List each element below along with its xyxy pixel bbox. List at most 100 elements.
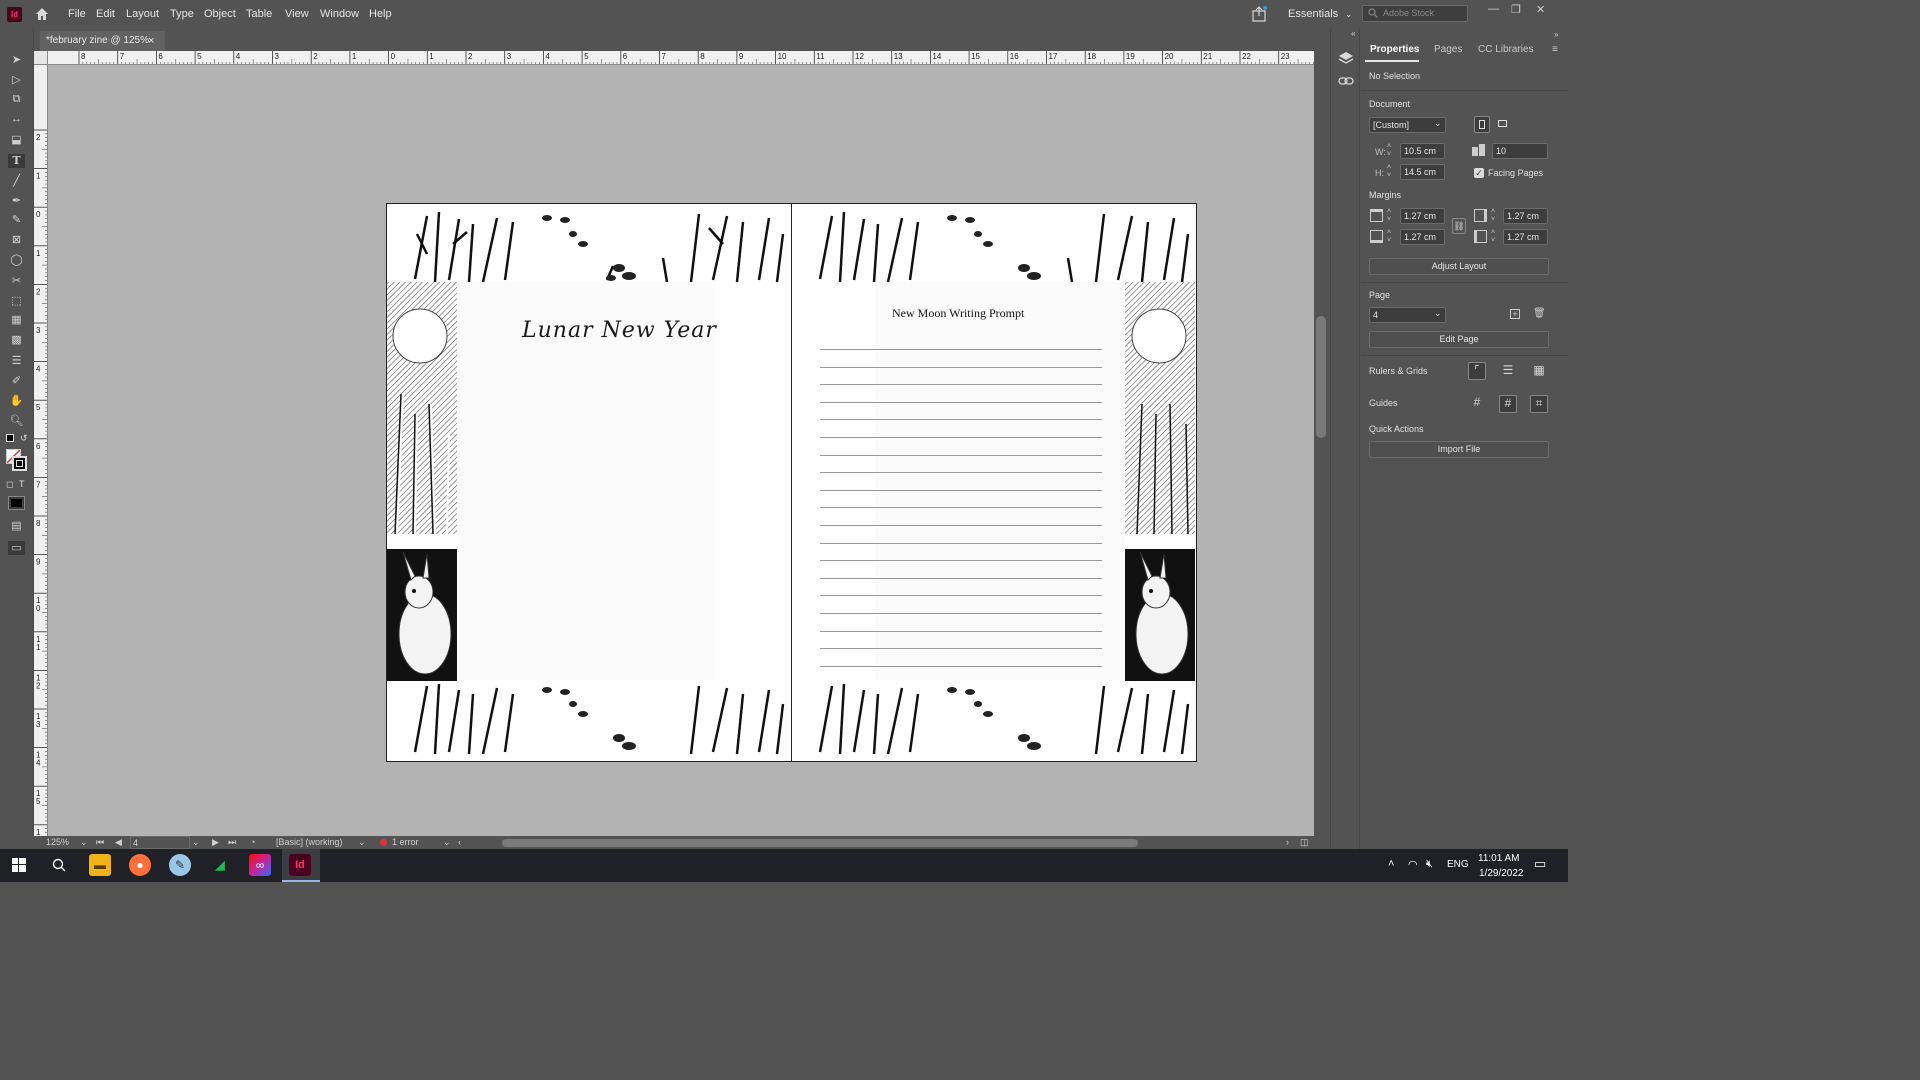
lock-guides-icon[interactable]: # xyxy=(1499,395,1517,413)
zoom-field[interactable]: 125% xyxy=(46,836,69,849)
margin-inside-stepper-icon[interactable]: ˄ ˅ xyxy=(1491,208,1495,224)
menu-object[interactable]: Object xyxy=(204,0,236,29)
paint-icon[interactable]: ✎ xyxy=(169,854,191,876)
import-file-button[interactable]: Import File xyxy=(1369,441,1549,458)
gradient-swatch-tool-icon[interactable]: ▦ xyxy=(8,313,25,327)
content-collector-icon[interactable]: ⬓ xyxy=(8,133,25,147)
windows-start-icon[interactable] xyxy=(12,858,26,872)
swap-colors-icon[interactable]: ↺ xyxy=(20,433,28,444)
eyedropper-tool-icon[interactable]: ✐ xyxy=(8,374,25,388)
zoom-tool-icon[interactable]: 🔍︎ xyxy=(8,414,25,428)
add-page-icon[interactable]: + xyxy=(1510,309,1520,319)
menu-window[interactable]: Window xyxy=(320,0,359,29)
chevron-down-icon[interactable]: ⌄ xyxy=(1434,308,1442,319)
apply-color-icon[interactable] xyxy=(8,496,25,510)
menu-edit[interactable]: Edit xyxy=(96,0,115,29)
smart-guides-icon[interactable]: ⌗ xyxy=(1530,395,1548,413)
margin-inside-field[interactable]: 1.27 cm xyxy=(1503,208,1548,224)
ruler-origin[interactable] xyxy=(34,51,48,65)
margin-outside-field[interactable]: 1.27 cm xyxy=(1503,229,1548,245)
scroll-right-icon[interactable]: › xyxy=(1286,836,1289,849)
menu-file[interactable]: File xyxy=(68,0,86,29)
page-number-field[interactable]: 4 xyxy=(130,836,190,849)
next-page-icon[interactable]: ▶ xyxy=(212,836,219,849)
margin-bottom-stepper-icon[interactable]: ˄ ˅ xyxy=(1387,229,1391,245)
document-grid-icon[interactable]: ▦ xyxy=(1531,363,1547,377)
tab-properties[interactable]: Properties xyxy=(1370,44,1419,58)
stroke-swatch[interactable] xyxy=(12,456,27,471)
indesign-taskbar-icon[interactable]: Id xyxy=(289,854,311,876)
show-guides-icon[interactable]: # xyxy=(1468,395,1486,413)
gradient-feather-tool-icon[interactable]: ▩ xyxy=(8,333,25,347)
link-margins-icon[interactable]: ⛓ xyxy=(1452,218,1466,234)
direct-selection-tool-icon[interactable]: ▷ xyxy=(8,73,25,87)
minimize-icon[interactable]: — xyxy=(1488,3,1499,15)
screen-mode-icon[interactable]: ▭ xyxy=(8,541,25,555)
tray-overflow-icon[interactable]: ˄ xyxy=(1388,858,1394,891)
share-icon[interactable] xyxy=(1251,6,1267,22)
working-style-label[interactable]: [Basic] (working) xyxy=(276,836,343,849)
language-indicator[interactable]: ENG xyxy=(1447,859,1469,892)
portrait-orientation-icon[interactable] xyxy=(1474,116,1490,133)
facing-pages-label[interactable]: Facing Pages xyxy=(1488,168,1543,178)
chevron-down-icon[interactable]: ⌄ xyxy=(1434,118,1442,129)
type-tool-icon[interactable]: T xyxy=(8,154,25,168)
preflight-errors[interactable]: 1 error xyxy=(392,836,419,849)
vertical-ruler[interactable]: 21012345678910111213141516 xyxy=(34,65,48,836)
links-icon[interactable] xyxy=(1338,75,1354,87)
split-window-icon[interactable]: ◫ xyxy=(1300,836,1309,849)
rectangle-frame-tool-icon[interactable]: ⊠ xyxy=(8,233,25,247)
menu-type[interactable]: Type xyxy=(170,0,194,29)
margin-bottom-field[interactable]: 1.27 cm xyxy=(1400,229,1445,245)
horizontal-scroll-thumb[interactable] xyxy=(502,839,1138,847)
adjust-layout-button[interactable]: Adjust Layout xyxy=(1369,258,1549,275)
tab-cc-libraries[interactable]: CC Libraries xyxy=(1478,44,1534,58)
scissors-tool-icon[interactable]: ✂ xyxy=(8,274,25,288)
gap-tool-icon[interactable]: ↔ xyxy=(8,112,25,126)
ellipse-tool-icon[interactable]: ◯ xyxy=(8,253,25,267)
default-colors-icon[interactable] xyxy=(6,434,14,442)
close-icon[interactable]: ✕ xyxy=(1536,3,1545,16)
free-transform-tool-icon[interactable]: ⬚ xyxy=(8,294,25,308)
layers-icon[interactable] xyxy=(1338,51,1354,65)
clock-date[interactable]: 1/29/2022 xyxy=(1479,868,1524,901)
notifications-icon[interactable]: ▭ xyxy=(1534,856,1546,889)
close-tab-icon[interactable]: × xyxy=(148,31,154,51)
scroll-left-icon[interactable]: ‹ xyxy=(458,836,461,849)
vertical-scrollbar[interactable] xyxy=(1314,51,1328,836)
margin-top-stepper-icon[interactable]: ˄ ˅ xyxy=(1387,208,1391,224)
menu-layout[interactable]: Layout xyxy=(126,0,159,29)
menu-table[interactable]: Table xyxy=(246,0,272,29)
baseline-grid-icon[interactable]: ☰ xyxy=(1500,363,1516,377)
margin-top-field[interactable]: 1.27 cm xyxy=(1400,208,1445,224)
width-field[interactable]: 10.5 cm xyxy=(1400,143,1445,159)
height-field[interactable]: 14.5 cm xyxy=(1400,164,1445,180)
firefox-icon[interactable]: ● xyxy=(129,854,151,876)
ruler-toggle-icon[interactable]: ⌜ xyxy=(1468,362,1486,380)
previous-page-icon[interactable]: ◀ xyxy=(115,836,122,849)
home-icon[interactable] xyxy=(34,6,50,22)
right-page-title[interactable]: New Moon Writing Prompt xyxy=(892,306,1024,321)
height-stepper-icon[interactable]: ˄ ˅ xyxy=(1387,164,1391,180)
document-tab[interactable]: *february zine @ 125% × xyxy=(40,31,165,51)
zoom-dropdown-icon[interactable]: ⌄ xyxy=(80,836,88,849)
selection-tool-icon[interactable]: ➤ xyxy=(8,53,25,67)
creative-cloud-icon[interactable]: ∞ xyxy=(249,854,271,876)
right-page-text-frame[interactable] xyxy=(876,282,1124,680)
taskbar-search-icon[interactable] xyxy=(52,858,66,872)
style-dropdown-icon[interactable]: ⌄ xyxy=(358,836,366,849)
edit-page-button[interactable]: Edit Page xyxy=(1369,331,1549,348)
panel-menu-icon[interactable]: ≡ xyxy=(1552,44,1558,55)
landscape-orientation-icon[interactable] xyxy=(1495,116,1511,133)
vertical-scroll-thumb[interactable] xyxy=(1316,316,1326,438)
wifi-icon[interactable]: ◠ xyxy=(1408,858,1418,891)
delete-page-icon[interactable]: 🗑︎ xyxy=(1533,308,1546,319)
page-dropdown-icon[interactable]: ⌄ xyxy=(192,836,200,849)
left-page-title[interactable]: Lunar New Year xyxy=(522,318,717,343)
number-of-pages-field[interactable]: 10 xyxy=(1492,143,1548,159)
app-green-icon[interactable]: ◢ xyxy=(209,854,231,876)
first-page-icon[interactable]: ⏮ xyxy=(96,836,104,849)
view-mode-icon[interactable]: ▤ xyxy=(8,519,25,533)
workspace-switcher[interactable]: Essentials ⌄ xyxy=(1288,0,1352,29)
note-tool-icon[interactable]: ☰ xyxy=(8,354,25,368)
